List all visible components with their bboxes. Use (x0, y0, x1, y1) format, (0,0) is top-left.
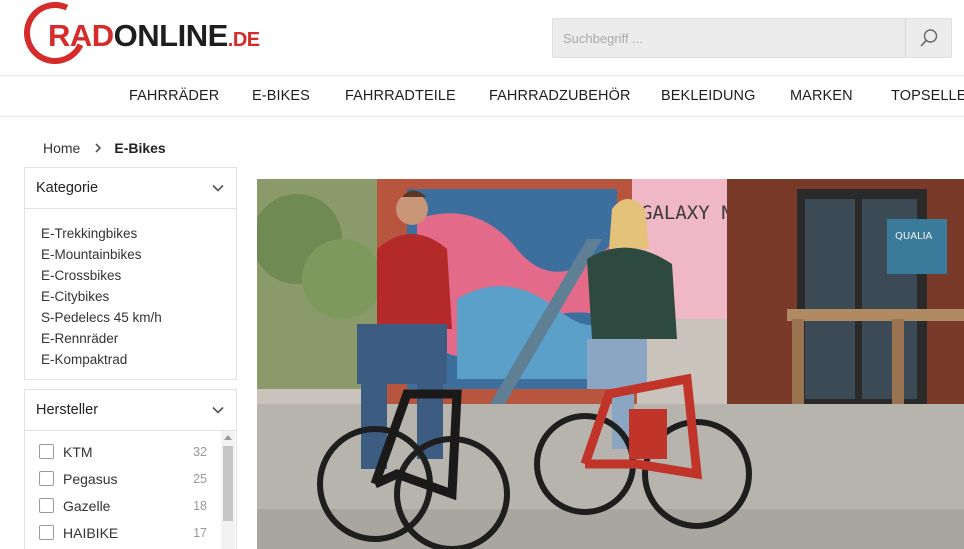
logo-tld: .DE (227, 29, 260, 51)
breadcrumb: Home E-Bikes (43, 140, 166, 156)
brand-filter-panel: Hersteller KTM 32 Pegasus 25 Gazelle 18 … (24, 389, 237, 549)
brand-list-scrollbar[interactable] (221, 431, 235, 549)
category-item-e-trekkingbikes[interactable]: E-Trekkingbikes (41, 223, 236, 244)
brand-checkbox[interactable] (39, 498, 54, 513)
brand-filter-row[interactable]: Gazelle 18 (39, 492, 207, 519)
main-navigation: FAHRRÄDER E-BIKES FAHRRADTEILE FAHRRADZU… (0, 76, 964, 117)
brand-count: 18 (193, 498, 207, 513)
nav-item-topseller[interactable]: TOPSELLER (891, 88, 964, 104)
brand-checkbox[interactable] (39, 525, 54, 540)
brand-count: 25 (193, 471, 207, 486)
brand-list: KTM 32 Pegasus 25 Gazelle 18 HAIBIKE 17 (25, 431, 236, 549)
nav-item-marken[interactable]: MARKEN (790, 88, 853, 104)
brand-filter-header[interactable]: Hersteller (25, 390, 236, 431)
category-item-e-rennraeder[interactable]: E-Rennräder (41, 328, 236, 349)
svg-text:QUALIA: QUALIA (895, 231, 933, 242)
site-header: RADONLINE.DE (0, 0, 964, 76)
nav-item-fahrradteile[interactable]: FAHRRADTEILE (345, 88, 456, 104)
logo-rad: RAD (48, 18, 114, 53)
chevron-down-icon (212, 184, 224, 192)
breadcrumb-home[interactable]: Home (43, 140, 80, 156)
brand-name: KTM (63, 443, 93, 460)
logo-online: ONLINE (113, 18, 229, 53)
nav-item-e-bikes[interactable]: E-BIKES (252, 88, 310, 104)
category-list: E-Trekkingbikes E-Mountainbikes E-Crossb… (25, 209, 236, 376)
nav-item-fahrradzubehoer[interactable]: FAHRRADZUBEHÖR (489, 88, 631, 104)
nav-item-fahrraeder[interactable]: FAHRRÄDER (129, 88, 219, 104)
category-item-e-citybikes[interactable]: E-Citybikes (41, 286, 236, 307)
category-item-e-kompaktrad[interactable]: E-Kompaktrad (41, 349, 236, 370)
brand-count: 32 (193, 444, 207, 459)
logo-text: RADONLINE.DE (48, 18, 260, 58)
scrollbar-thumb[interactable] (223, 446, 233, 521)
category-filter-header[interactable]: Kategorie (25, 168, 236, 209)
nav-item-bekleidung[interactable]: BEKLEIDUNG (661, 88, 755, 104)
brand-filter-row[interactable]: Pegasus 25 (39, 465, 207, 492)
brand-checkbox[interactable] (39, 444, 54, 459)
category-item-e-mountainbikes[interactable]: E-Mountainbikes (41, 244, 236, 265)
category-filter-title: Kategorie (36, 180, 99, 196)
hero-illustration: GALAXY NIGHT. QUALIA (257, 179, 964, 549)
chevron-right-icon (95, 143, 102, 153)
category-item-e-crossbikes[interactable]: E-Crossbikes (41, 265, 236, 286)
brand-checkbox[interactable] (39, 471, 54, 486)
brand-count: 17 (193, 525, 207, 540)
category-filter-panel: Kategorie E-Trekkingbikes E-Mountainbike… (24, 167, 237, 380)
hero-banner-image[interactable]: GALAXY NIGHT. QUALIA (257, 179, 964, 549)
site-logo[interactable]: RADONLINE.DE (15, 0, 284, 73)
brand-name: HAIBIKE (63, 524, 119, 541)
search-bar (552, 18, 952, 58)
chevron-down-icon (212, 406, 224, 414)
brand-name: Gazelle (63, 497, 111, 514)
scroll-up-arrow-icon[interactable] (224, 435, 232, 440)
brand-filter-title: Hersteller (36, 402, 99, 418)
category-item-s-pedelecs[interactable]: S-Pedelecs 45 km/h (41, 307, 236, 328)
search-input[interactable] (553, 19, 905, 57)
breadcrumb-current: E-Bikes (114, 140, 166, 156)
brand-filter-row[interactable]: KTM 32 (39, 438, 207, 465)
brand-name: Pegasus (63, 470, 118, 487)
search-button[interactable] (905, 19, 951, 57)
brand-filter-row[interactable]: HAIBIKE 17 (39, 519, 207, 546)
search-icon (920, 29, 937, 47)
